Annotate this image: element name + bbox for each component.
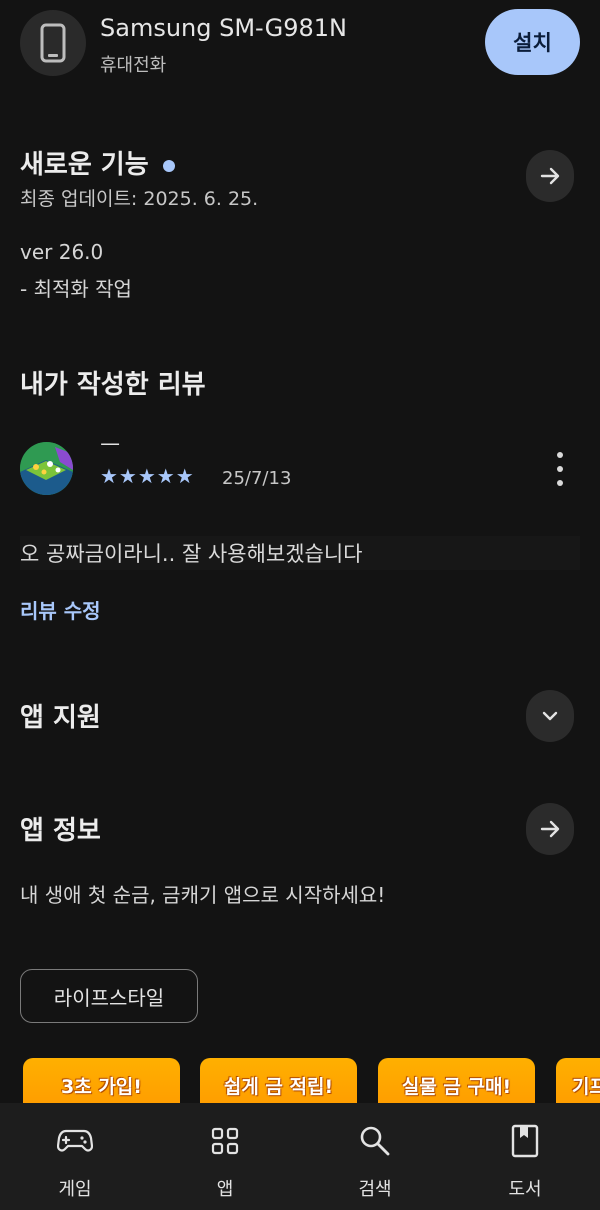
- my-review-title: 내가 작성한 리뷰: [20, 370, 206, 400]
- nav-item-search[interactable]: 검색: [300, 1103, 450, 1210]
- apps-grid-icon: [205, 1121, 245, 1161]
- version-text: ver 26.0: [20, 240, 104, 264]
- nav-item-books[interactable]: 도서: [450, 1103, 600, 1210]
- nav-label-books: 도서: [508, 1179, 542, 1200]
- nav-label-apps: 앱: [216, 1179, 234, 1200]
- app-support-expand-button[interactable]: [526, 690, 574, 742]
- last-updated: 최종 업데이트: 2025. 6. 25.: [20, 188, 259, 210]
- gamepad-icon: [55, 1121, 95, 1161]
- nav-item-games[interactable]: 게임: [0, 1103, 150, 1210]
- search-icon: [355, 1121, 395, 1161]
- arrow-right-icon: [540, 167, 560, 185]
- install-button[interactable]: 설치: [485, 9, 580, 75]
- device-install-row: Samsung SM-G981N 휴대전화 설치: [20, 8, 580, 78]
- more-options-icon[interactable]: [548, 452, 572, 486]
- app-support-title[interactable]: 앱 지원: [20, 697, 101, 734]
- device-name: Samsung SM-G981N: [100, 14, 347, 42]
- nav-item-apps[interactable]: 앱: [150, 1103, 300, 1210]
- app-description: 내 생애 첫 순금, 금캐기 앱으로 시작하세요!: [20, 883, 386, 907]
- whats-new-arrow-button[interactable]: [526, 150, 574, 202]
- star-rating: ★★★★★: [100, 464, 195, 488]
- nav-label-search: 검색: [358, 1179, 392, 1200]
- review-date: 25/7/13: [222, 468, 292, 489]
- phone-icon: [20, 10, 86, 76]
- whats-new-title[interactable]: 새로운 기능: [20, 144, 175, 181]
- book-icon: [505, 1121, 545, 1161]
- app-detail-page: Samsung SM-G981N 휴대전화 설치 새로운 기능 최종 업데이트:…: [0, 0, 600, 1210]
- category-chip[interactable]: 라이프스타일: [20, 969, 198, 1023]
- release-note: - 최적화 작업: [20, 277, 132, 301]
- avatar: [20, 442, 73, 495]
- arrow-right-icon: [540, 820, 560, 838]
- device-type: 휴대전화: [100, 55, 167, 76]
- whats-new-label: 새로운 기능: [20, 150, 149, 180]
- app-info-title[interactable]: 앱 정보: [20, 810, 101, 847]
- chevron-down-icon: [542, 711, 558, 721]
- new-indicator-dot: [162, 159, 175, 172]
- reviewer-name: ㅡ: [100, 434, 121, 459]
- nav-label-games: 게임: [58, 1179, 92, 1200]
- review-text: 오 공짜금이라니.. 잘 사용해보겠습니다: [20, 542, 363, 566]
- app-info-arrow-button[interactable]: [526, 803, 574, 855]
- bottom-navigation: 게임 앱 검색 도서: [0, 1103, 600, 1210]
- edit-review-link[interactable]: 리뷰 수정: [20, 595, 101, 624]
